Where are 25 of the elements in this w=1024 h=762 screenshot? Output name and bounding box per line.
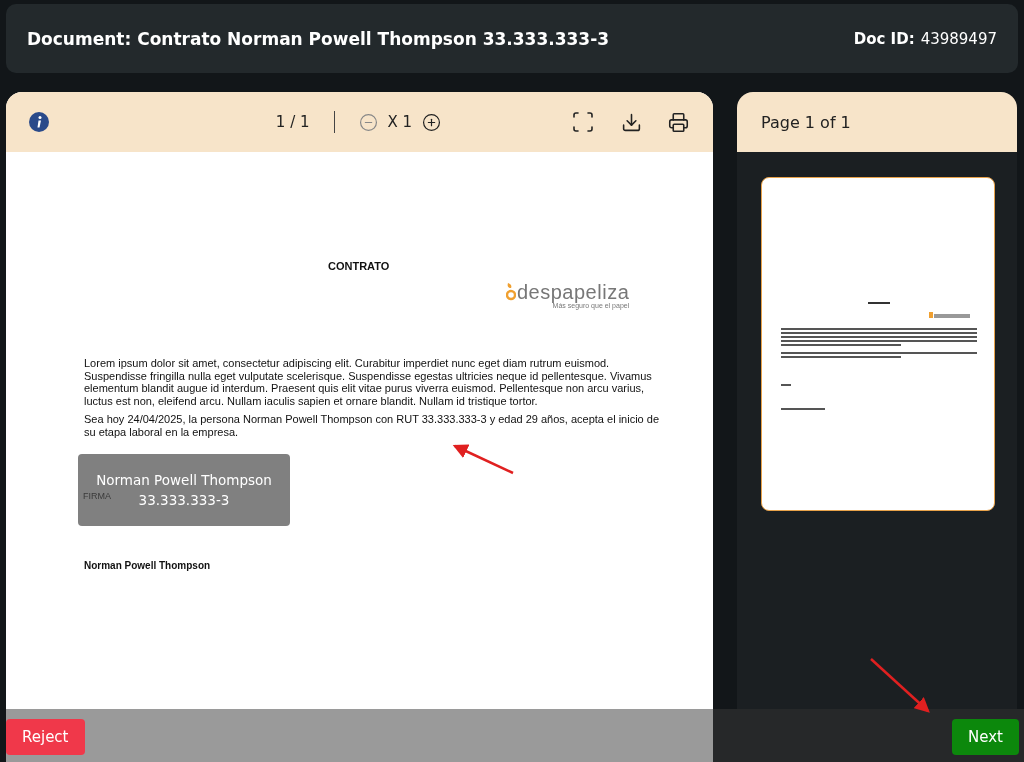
- fullscreen-icon[interactable]: [571, 110, 595, 134]
- print-icon[interactable]: [668, 111, 689, 133]
- contract-paragraph: Sea hoy 24/04/2025, la persona Norman Powell Thompson con RUT 33.333.333-3 y edad 29 años, acepta el inicio de su etapa laboral en la empresa.: [84, 413, 661, 438]
- info-icon[interactable]: [28, 111, 50, 133]
- page-count: Page 1 of 1: [761, 112, 851, 132]
- next-button[interactable]: Next: [952, 718, 1019, 755]
- download-icon[interactable]: [621, 111, 642, 133]
- contract-paragraph: Lorem ipsum dolor sit amet, consectetur adipiscing elit. Curabitur imperdiet nunc eget diam rutrum euismod. Suspendisse fringilla nulla eget vulputate scelerisque. Suspendisse egestas ultricies neque id pellentesque. Vivamus elementum blandit augue id interdum. Praesent quis elit vitae purus viverra euismod. Pellentesque non arcu varius, luctus est non, eleifend arcu. Nullam iaculis sapien et ornare blandit. Nullam id tristique tortor.: [84, 357, 653, 407]
- pointer-arrow: [452, 444, 514, 475]
- zoom-level: X 1: [387, 113, 413, 131]
- doc-id-label: Doc ID:: [853, 29, 915, 48]
- logo-name: despapeliza: [517, 282, 630, 302]
- page-indicator: 1 / 1: [275, 113, 310, 131]
- document-title: Document: Contrato Norman Powell Thompson 33.333.333-3: [27, 28, 610, 49]
- signer-name: Norman Powell Thompson: [84, 560, 212, 571]
- reject-button[interactable]: Reject: [6, 718, 85, 755]
- page-thumbnail[interactable]: [761, 177, 995, 511]
- zoom-out-icon[interactable]: [358, 112, 378, 132]
- zoom-in-icon[interactable]: [422, 112, 442, 132]
- signature-rut: 33.333.333-3: [138, 491, 230, 510]
- doc-id-value: 43989497: [920, 29, 997, 48]
- contract-title: CONTRATO: [328, 260, 390, 272]
- pointer-arrow: [870, 658, 930, 713]
- signature-label: FIRMA: [83, 491, 111, 501]
- signature-name: Norman Powell Thompson: [96, 471, 272, 490]
